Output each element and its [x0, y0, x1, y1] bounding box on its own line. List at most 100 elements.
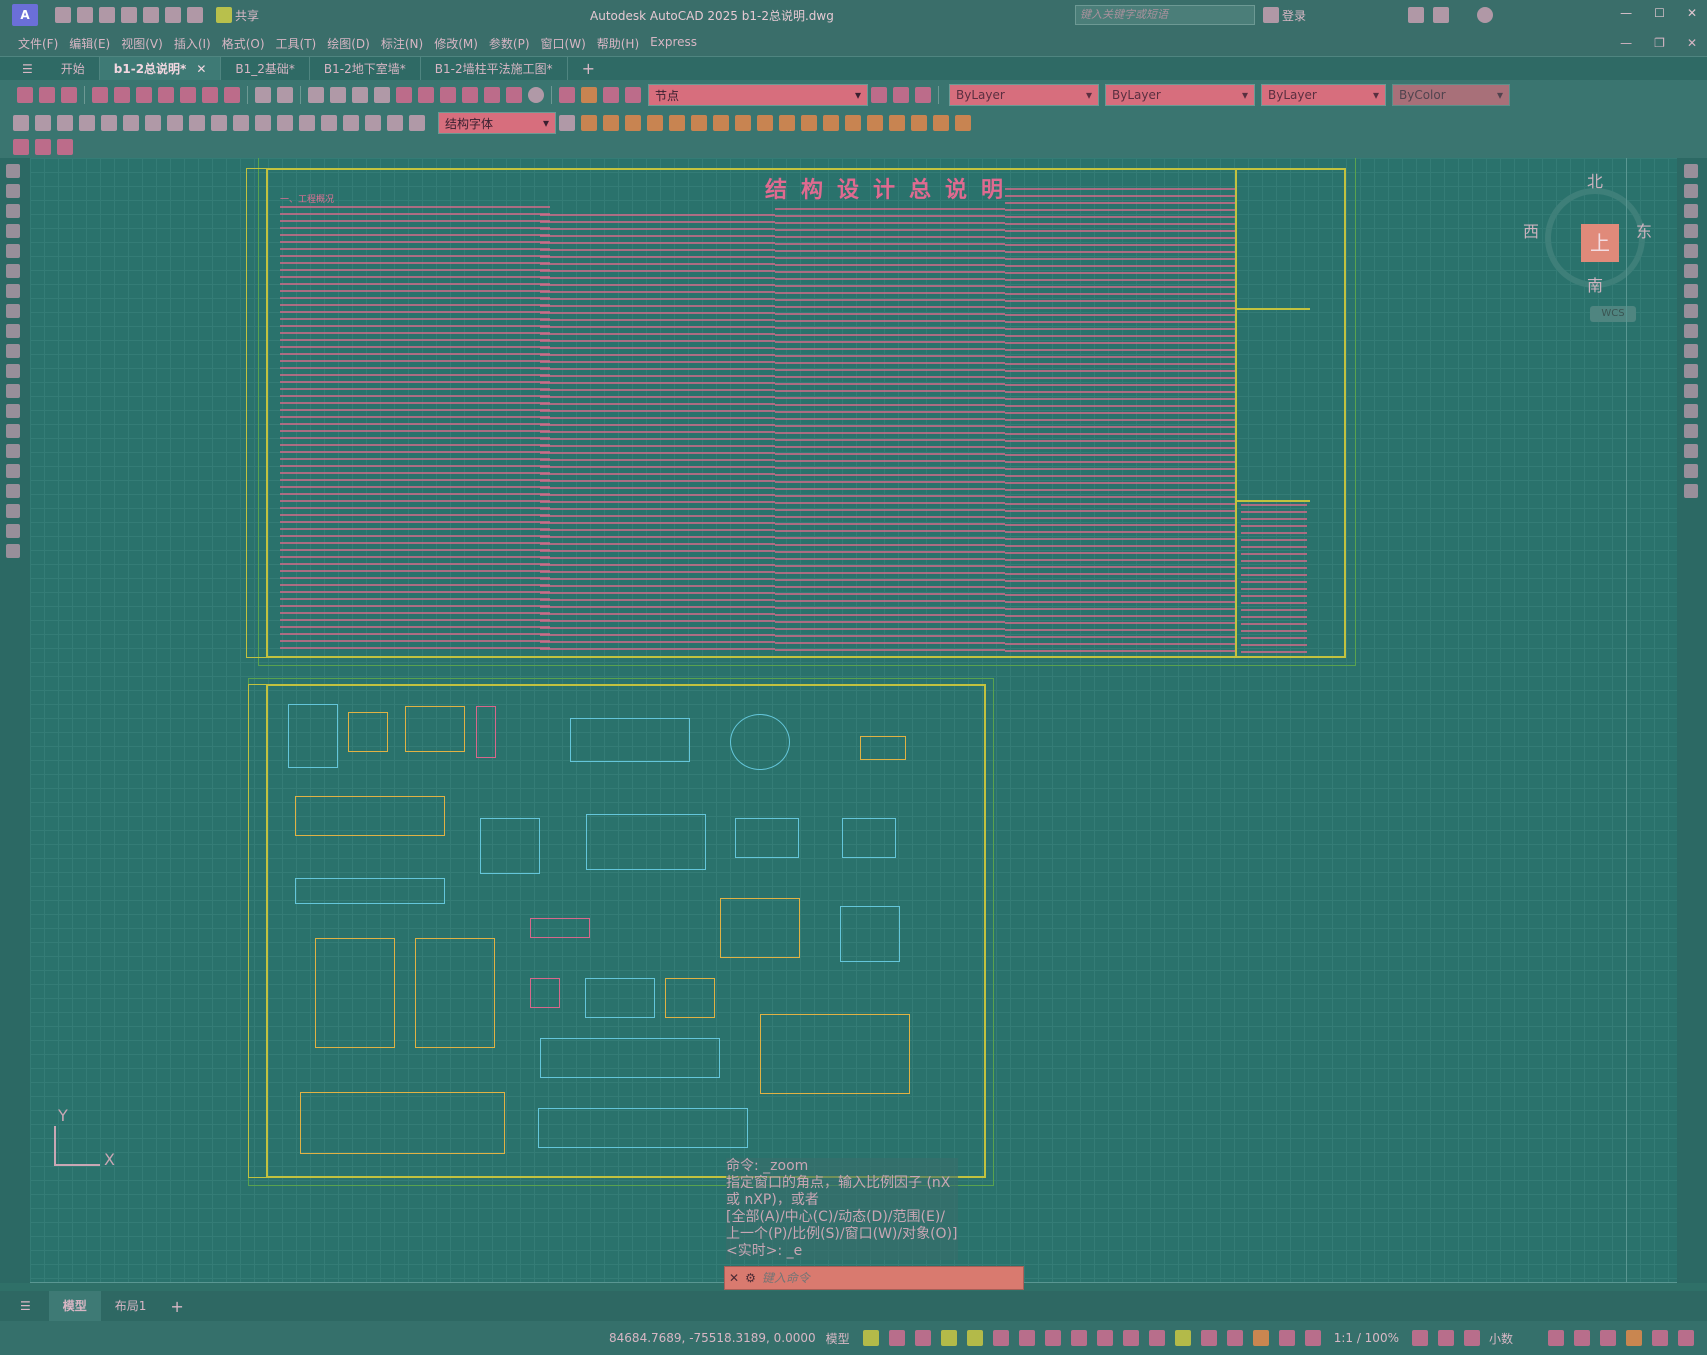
lineweight-dropdown[interactable]: ByLayer ▾: [1261, 84, 1386, 106]
quick-dim-icon[interactable]: [189, 115, 205, 131]
drawing-canvas[interactable]: 结构设计总说明 一、工程概况 上 北 南 西 东 WCS Y X: [30, 158, 1677, 1283]
attribute-icon[interactable]: [625, 115, 641, 131]
cmd-close-icon[interactable]: ✕: [729, 1271, 739, 1285]
compass-north[interactable]: 北: [1587, 168, 1603, 192]
audit-icon[interactable]: [955, 115, 971, 131]
extra-tool-2-icon[interactable]: [35, 139, 51, 155]
3d-osnap-icon[interactable]: [1174, 1330, 1191, 1346]
share-icon[interactable]: [216, 7, 232, 23]
menu-help[interactable]: 帮助(H): [597, 35, 639, 52]
units-dropdown[interactable]: 小数: [1489, 1330, 1513, 1347]
wcs-menu[interactable]: WCS: [1590, 306, 1636, 322]
rectangle-icon[interactable]: [6, 244, 20, 258]
new-tab-icon[interactable]: +: [582, 59, 595, 78]
point-icon[interactable]: [6, 424, 20, 438]
coordinates-readout[interactable]: 84684.7689, -75518.3189, 0.0000: [609, 1331, 816, 1345]
tab-layout1[interactable]: 布局1: [101, 1291, 161, 1321]
revcloud-icon[interactable]: [823, 115, 839, 131]
layer-lock-icon[interactable]: [625, 87, 641, 103]
design-center-icon[interactable]: [418, 87, 434, 103]
dim-style-icon[interactable]: [559, 115, 575, 131]
ellipse-arc-icon[interactable]: [6, 364, 20, 378]
layer-properties-icon[interactable]: [559, 87, 575, 103]
save-as-icon[interactable]: [121, 7, 137, 23]
new-icon[interactable]: [17, 87, 33, 103]
copy-icon[interactable]: [180, 87, 196, 103]
extra-tool-3-icon[interactable]: [57, 139, 73, 155]
make-current-icon[interactable]: [871, 87, 887, 103]
inspect-icon[interactable]: [321, 115, 337, 131]
tab-close-icon[interactable]: ✕: [196, 62, 206, 76]
make-block-icon[interactable]: [6, 404, 20, 418]
boundary-icon[interactable]: [845, 115, 861, 131]
tool-palettes-icon[interactable]: [440, 87, 456, 103]
plot-icon[interactable]: [143, 7, 159, 23]
object-snap-tracking-icon[interactable]: [1044, 1330, 1061, 1346]
doc-close-icon[interactable]: ✕: [1687, 36, 1697, 50]
app-logo[interactable]: A: [12, 4, 38, 26]
annotation-visibility-icon[interactable]: [1278, 1330, 1295, 1346]
menu-window[interactable]: 窗口(W): [541, 35, 586, 52]
gradient-icon[interactable]: [6, 464, 20, 478]
pan-icon[interactable]: [308, 87, 324, 103]
hatch-icon[interactable]: [6, 444, 20, 458]
clean-screen-icon[interactable]: [1652, 1330, 1668, 1346]
polyline-icon[interactable]: [6, 204, 20, 218]
snap-icon[interactable]: [888, 1330, 905, 1346]
command-input[interactable]: [761, 1271, 982, 1285]
tab-start[interactable]: 开始: [47, 56, 100, 81]
redo-icon[interactable]: [277, 87, 293, 103]
hatch-edit-icon[interactable]: [889, 115, 905, 131]
selection-cycling-icon[interactable]: [1148, 1330, 1165, 1346]
object-snap-icon[interactable]: [1070, 1330, 1087, 1346]
model-space-toggle[interactable]: 模型: [826, 1330, 850, 1347]
menu-express[interactable]: Express: [650, 35, 697, 52]
baseline-dim-icon[interactable]: [211, 115, 227, 131]
dim-space-icon[interactable]: [255, 115, 271, 131]
angular-dim-icon[interactable]: [167, 115, 183, 131]
zoom-window-icon[interactable]: [352, 87, 368, 103]
menu-dimension[interactable]: 标注(N): [381, 35, 423, 52]
undo-icon[interactable]: [255, 87, 271, 103]
tab-model[interactable]: 模型: [48, 1291, 101, 1321]
linetype-dropdown[interactable]: ByLayer ▾: [1105, 84, 1255, 106]
search-icon[interactable]: [1263, 7, 1279, 23]
layer-previous-icon[interactable]: [893, 87, 909, 103]
zoom-realtime-icon[interactable]: [330, 87, 346, 103]
menu-edit[interactable]: 编辑(E): [69, 35, 110, 52]
save-icon[interactable]: [99, 7, 115, 23]
layer-state-icon[interactable]: [581, 87, 597, 103]
xref-icon[interactable]: [647, 115, 663, 131]
open-file-icon[interactable]: [77, 7, 93, 23]
cart-icon[interactable]: [1408, 7, 1424, 23]
isodraft-icon[interactable]: [1018, 1330, 1035, 1346]
transparency-icon[interactable]: [1122, 1330, 1139, 1346]
menu-insert[interactable]: 插入(I): [174, 35, 211, 52]
search-input[interactable]: 键入关键字或短语: [1075, 5, 1255, 25]
construction-line-icon[interactable]: [6, 184, 20, 198]
diameter-dim-icon[interactable]: [145, 115, 161, 131]
table-icon[interactable]: [6, 504, 20, 518]
help-icon[interactable]: [1477, 7, 1493, 23]
redo-icon[interactable]: [187, 7, 203, 23]
trim-icon[interactable]: [1684, 344, 1698, 358]
image-icon[interactable]: [669, 115, 685, 131]
blend-icon[interactable]: [1684, 464, 1698, 478]
login-button[interactable]: 登录: [1282, 7, 1306, 24]
menu-file[interactable]: 文件(F): [18, 35, 58, 52]
menu-tools[interactable]: 工具(T): [276, 35, 317, 52]
auto-scale-icon[interactable]: [1304, 1330, 1321, 1346]
open-icon[interactable]: [39, 87, 55, 103]
paste-icon[interactable]: [202, 87, 218, 103]
linear-dim-icon[interactable]: [13, 115, 29, 131]
ungroup-icon[interactable]: [757, 115, 773, 131]
isolate-objects-icon[interactable]: [1600, 1330, 1616, 1346]
block-icon[interactable]: [581, 115, 597, 131]
array-icon[interactable]: [1684, 244, 1698, 258]
dim-update-icon[interactable]: [409, 115, 425, 131]
polar-icon[interactable]: [992, 1330, 1009, 1346]
spline-icon[interactable]: [6, 324, 20, 338]
table-icon[interactable]: [713, 115, 729, 131]
dynamic-ucs-icon[interactable]: [1200, 1330, 1217, 1346]
explode-icon[interactable]: [911, 115, 927, 131]
